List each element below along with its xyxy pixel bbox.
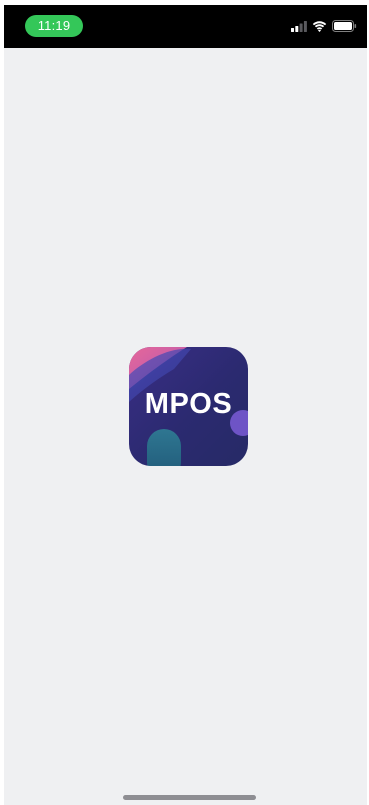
home-indicator[interactable] (123, 795, 256, 800)
phone-screen: 11:19 MPOS (0, 0, 369, 805)
status-icons (291, 18, 357, 34)
app-name-label: MPOS (144, 388, 233, 420)
cellular-signal-icon (291, 20, 307, 32)
splash-screen: MPOS (4, 48, 367, 805)
mpos-app-icon: MPOS (129, 347, 248, 466)
status-bar: 11:19 (4, 5, 367, 48)
wifi-icon (312, 20, 327, 32)
battery-icon (332, 20, 357, 32)
status-time[interactable]: 11:19 (25, 15, 83, 37)
